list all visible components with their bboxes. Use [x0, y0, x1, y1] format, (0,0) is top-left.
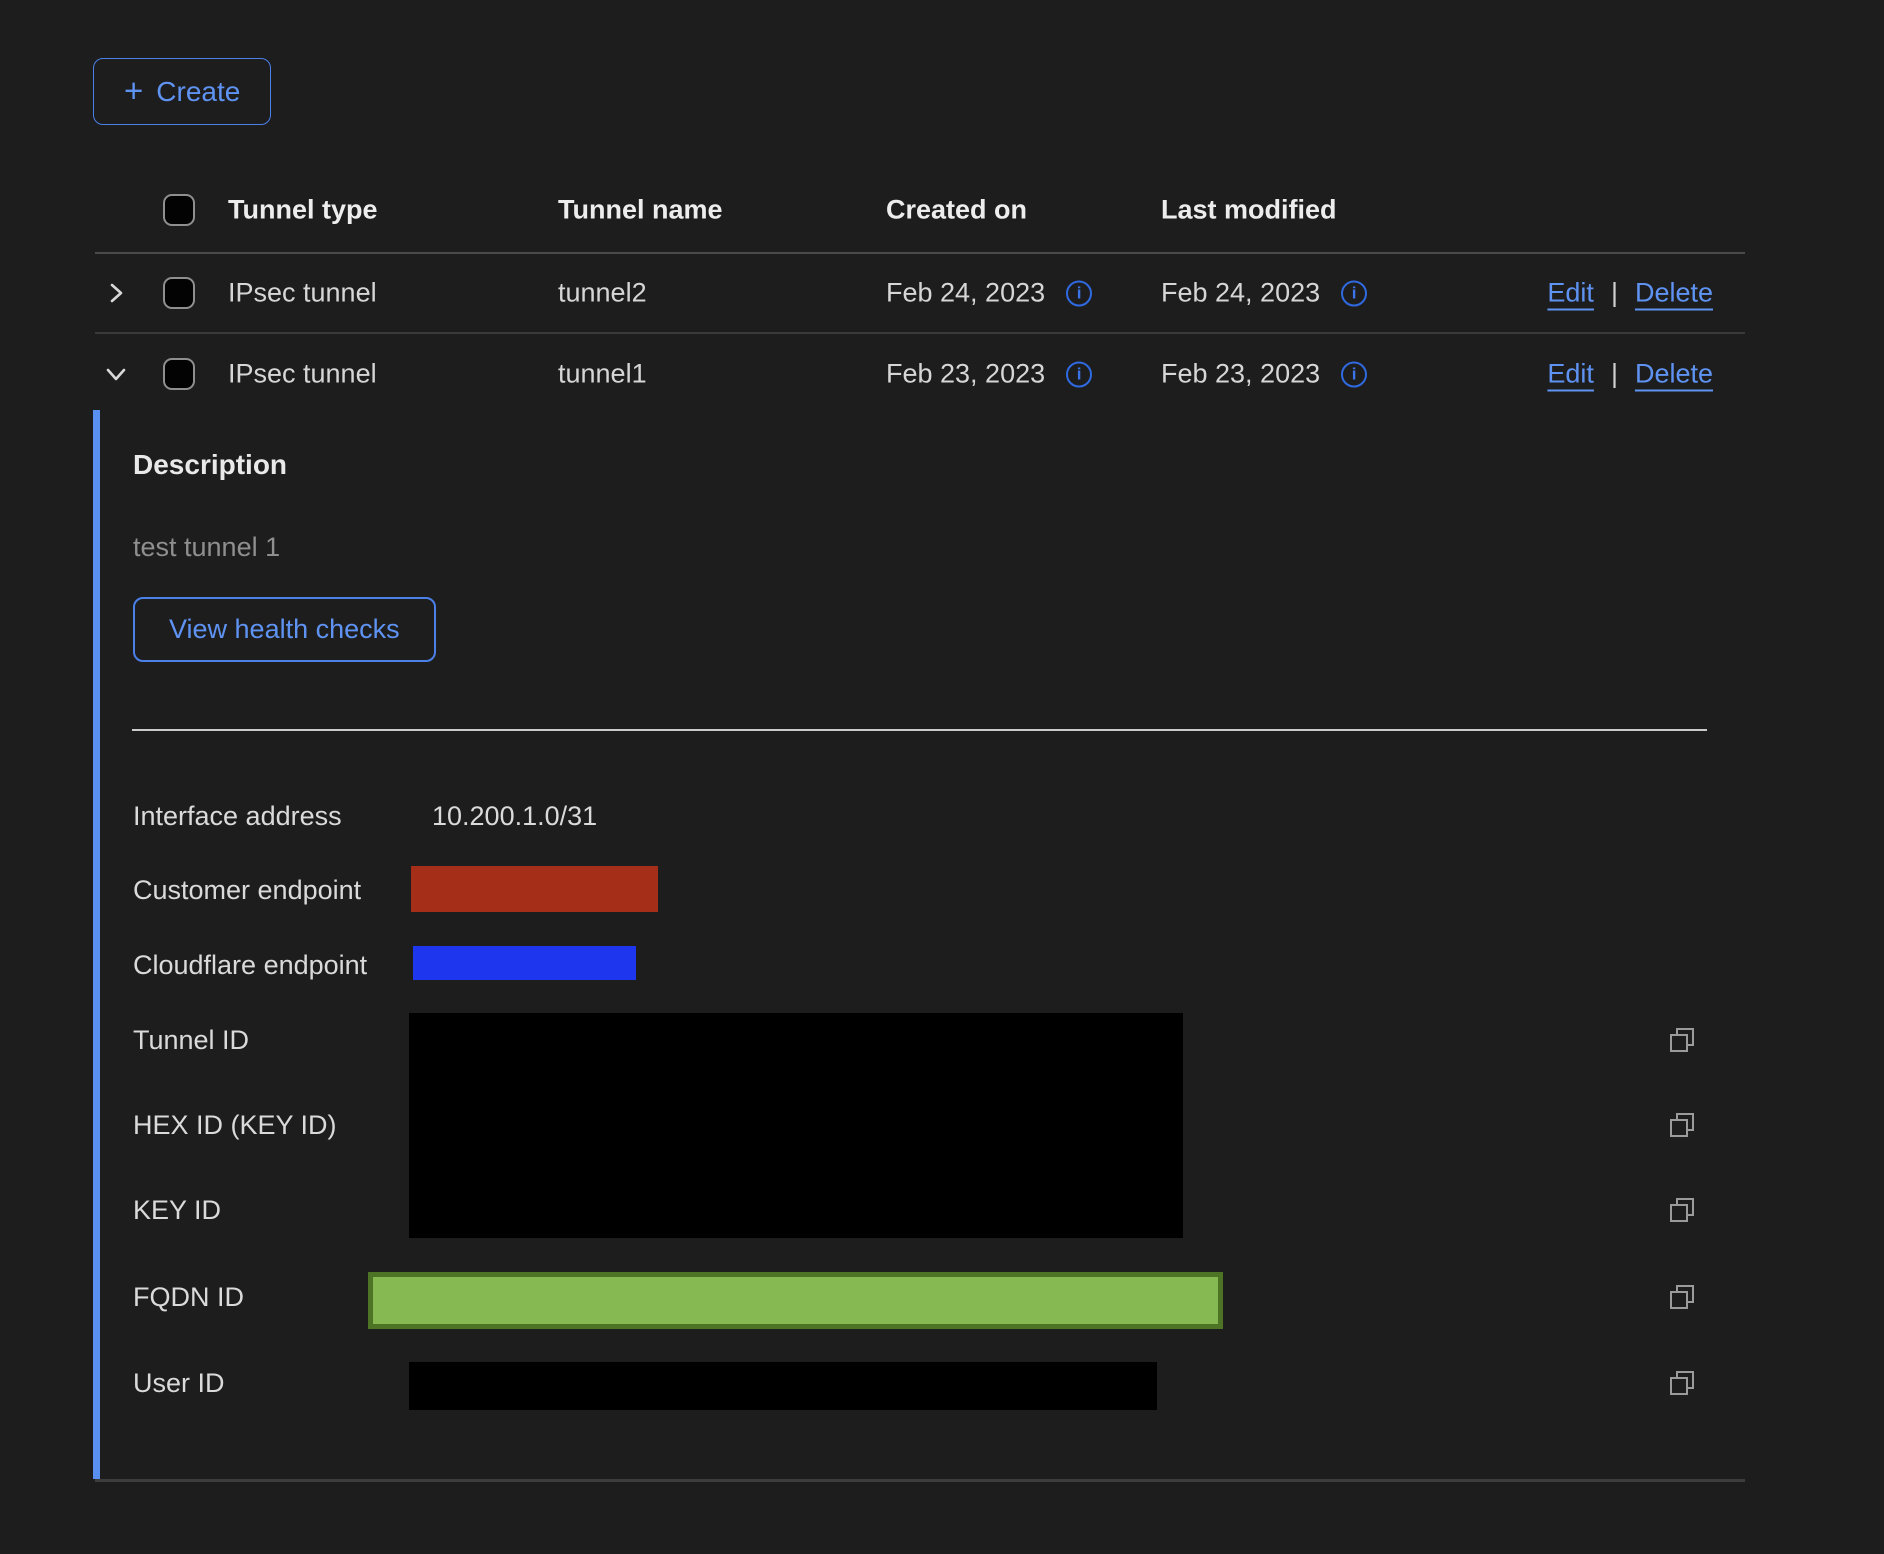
expand-row-button[interactable]	[100, 277, 132, 309]
create-button[interactable]: + Create	[93, 58, 271, 125]
plus-icon: +	[124, 74, 143, 107]
chevron-right-icon	[102, 279, 130, 307]
key-id-label: KEY ID	[133, 1193, 221, 1227]
copy-icon	[1666, 1024, 1698, 1056]
collapse-row-button[interactable]	[100, 358, 132, 390]
last-modified-cell: Feb 24, 2023	[1161, 278, 1320, 309]
fqdn-id-label: FQDN ID	[133, 1280, 244, 1314]
copy-icon	[1666, 1194, 1698, 1226]
hex-id-label: HEX ID (KEY ID)	[133, 1108, 337, 1142]
table-row: IPsec tunnel tunnel1 Feb 23, 2023 i Feb …	[95, 334, 1745, 414]
description-text: test tunnel 1	[133, 530, 280, 564]
tunnel-type-cell: IPsec tunnel	[228, 359, 377, 390]
last-modified-cell: Feb 23, 2023	[1161, 359, 1320, 390]
copy-tunnel-id-button[interactable]	[1666, 1024, 1698, 1056]
created-on-cell: Feb 23, 2023	[886, 359, 1045, 390]
header-created-on: Created on	[886, 195, 1027, 226]
copy-fqdn-id-button[interactable]	[1666, 1281, 1698, 1313]
copy-icon	[1666, 1281, 1698, 1313]
tunnel-name-cell: tunnel2	[558, 278, 647, 309]
ids-redacted-value	[409, 1013, 1183, 1238]
edit-link[interactable]: Edit	[1547, 278, 1594, 309]
delete-link[interactable]: Delete	[1635, 359, 1713, 390]
tunnel-id-label: Tunnel ID	[133, 1023, 249, 1057]
tunnels-table: Tunnel type Tunnel name Created on Last …	[95, 168, 1745, 414]
row-checkbox[interactable]	[163, 358, 195, 390]
info-icon[interactable]: i	[1341, 280, 1367, 306]
edit-link[interactable]: Edit	[1547, 359, 1594, 390]
select-all-checkbox[interactable]	[163, 194, 195, 226]
customer-endpoint-label: Customer endpoint	[133, 873, 361, 907]
fqdn-id-redacted-value	[368, 1272, 1223, 1329]
interface-address-value: 10.200.1.0/31	[432, 799, 597, 833]
cloudflare-endpoint-redacted-value	[413, 946, 636, 980]
table-header-row: Tunnel type Tunnel name Created on Last …	[95, 168, 1745, 254]
tunnel-detail-panel: Description test tunnel 1 View health ch…	[95, 410, 1745, 1482]
info-icon[interactable]: i	[1066, 361, 1092, 387]
description-label: Description	[133, 448, 287, 482]
tunnel-type-cell: IPsec tunnel	[228, 278, 377, 309]
create-button-label: Create	[156, 76, 240, 108]
copy-hex-id-button[interactable]	[1666, 1109, 1698, 1141]
action-separator: |	[1611, 359, 1618, 390]
section-divider	[132, 729, 1707, 731]
copy-key-id-button[interactable]	[1666, 1194, 1698, 1226]
action-separator: |	[1611, 278, 1618, 309]
customer-endpoint-redacted-value	[411, 866, 658, 912]
delete-link[interactable]: Delete	[1635, 278, 1713, 309]
copy-user-id-button[interactable]	[1666, 1367, 1698, 1399]
tunnels-page: + Create Tunnel type Tunnel name Created…	[0, 0, 1884, 1554]
header-last-modified: Last modified	[1161, 195, 1337, 226]
created-on-cell: Feb 24, 2023	[886, 278, 1045, 309]
view-health-checks-button[interactable]: View health checks	[133, 597, 436, 662]
table-row: IPsec tunnel tunnel2 Feb 24, 2023 i Feb …	[95, 254, 1745, 334]
info-icon[interactable]: i	[1341, 361, 1367, 387]
row-checkbox[interactable]	[163, 277, 195, 309]
user-id-label: User ID	[133, 1366, 225, 1400]
interface-address-label: Interface address	[133, 799, 342, 833]
tunnel-name-cell: tunnel1	[558, 359, 647, 390]
header-tunnel-name: Tunnel name	[558, 195, 723, 226]
user-id-redacted-value	[409, 1362, 1157, 1410]
copy-icon	[1666, 1109, 1698, 1141]
chevron-down-icon	[102, 360, 130, 388]
info-icon[interactable]: i	[1066, 280, 1092, 306]
copy-icon	[1666, 1367, 1698, 1399]
cloudflare-endpoint-label: Cloudflare endpoint	[133, 948, 367, 982]
header-tunnel-type: Tunnel type	[228, 195, 378, 226]
